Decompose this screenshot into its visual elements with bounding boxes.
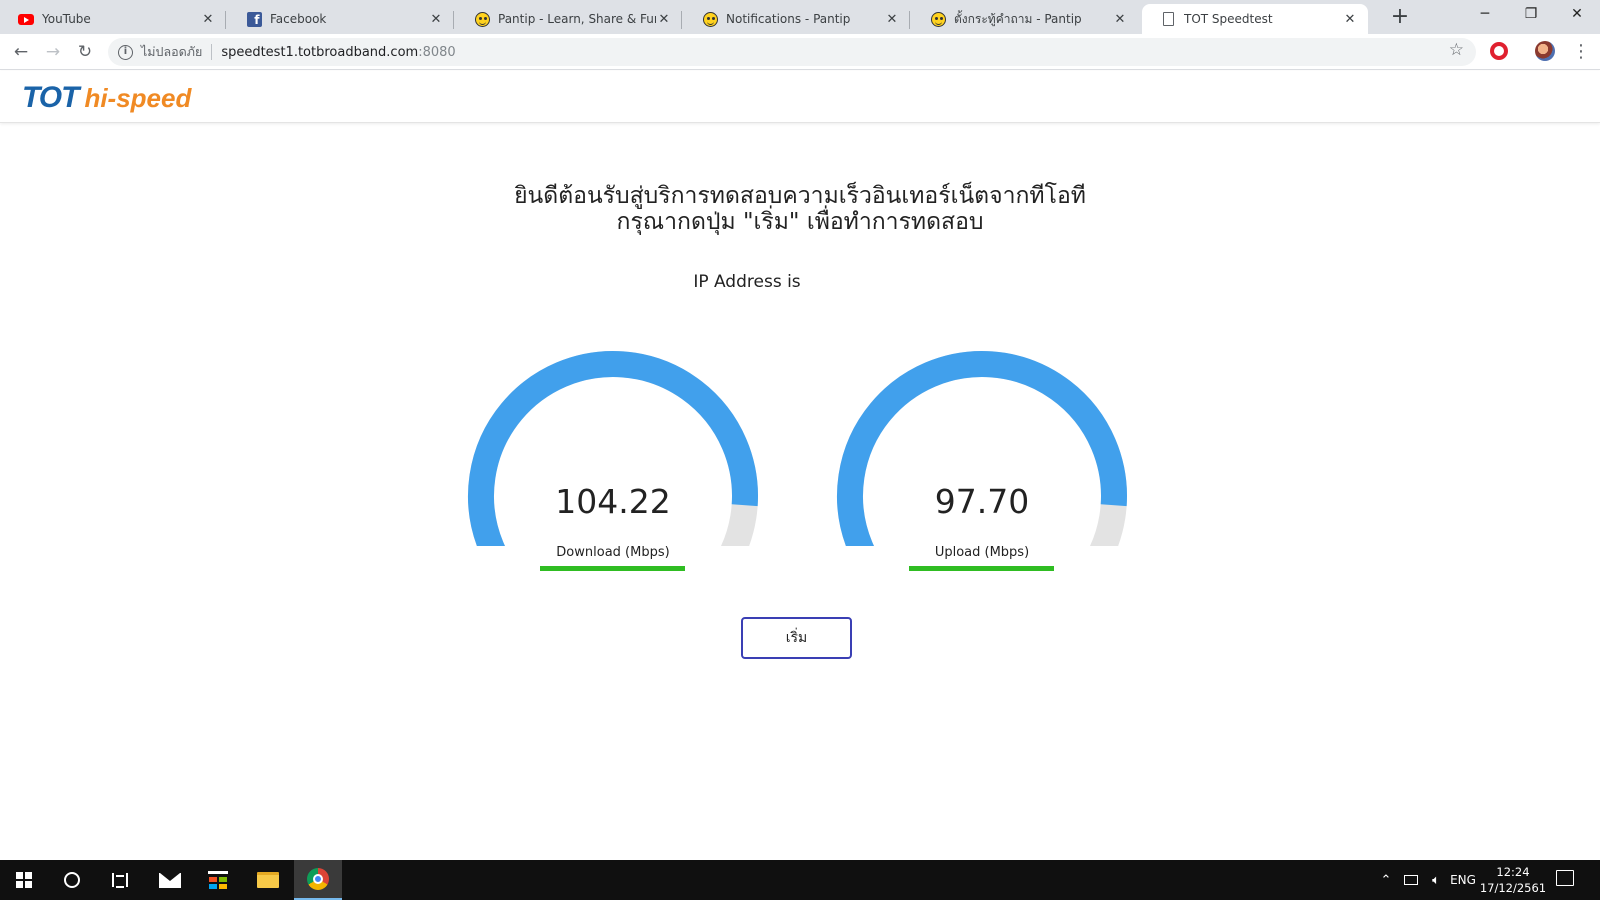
ip-address-label: IP Address is bbox=[693, 272, 801, 292]
tab-title: TOT Speedtest bbox=[1184, 12, 1273, 26]
task-view-button[interactable] bbox=[96, 860, 144, 900]
store-icon bbox=[208, 871, 228, 889]
tab-separator bbox=[909, 11, 910, 29]
upload-gauge: 97.70 Upload (Mbps) bbox=[832, 346, 1132, 576]
start-test-button[interactable]: เริ่ม bbox=[741, 617, 852, 659]
reload-button[interactable]: ↻ bbox=[73, 40, 97, 64]
cortana-button[interactable] bbox=[48, 860, 96, 900]
clock-time: 12:24 bbox=[1496, 865, 1530, 879]
tab-youtube[interactable]: YouTube ✕ bbox=[0, 4, 226, 34]
welcome-message: ยินดีต้อนรับสู่บริการทดสอบความเร็วอินเทอ… bbox=[0, 183, 1600, 235]
facebook-icon: f bbox=[246, 11, 262, 27]
tab-pantip-home[interactable]: Pantip - Learn, Share & Fun ✕ bbox=[456, 4, 682, 34]
mail-icon bbox=[159, 872, 181, 888]
task-view-icon bbox=[112, 873, 128, 888]
tab-facebook[interactable]: f Facebook ✕ bbox=[228, 4, 454, 34]
tab-separator bbox=[681, 11, 682, 29]
tab-close-icon[interactable]: ✕ bbox=[428, 12, 444, 27]
forward-button[interactable]: → bbox=[41, 40, 65, 64]
cortana-icon bbox=[64, 872, 80, 888]
youtube-icon bbox=[18, 11, 34, 27]
store-app-button[interactable] bbox=[194, 860, 242, 900]
opera-extension-icon[interactable] bbox=[1490, 42, 1508, 60]
window-close-button[interactable]: ✕ bbox=[1554, 0, 1600, 30]
divider bbox=[211, 44, 213, 60]
logo-text-tot: TOT bbox=[22, 81, 79, 114]
address-bar[interactable]: i ไม่ปลอดภัย speedtest1.totbroadband.com… bbox=[108, 38, 1476, 66]
logo-text-hispeed: hi-speed bbox=[84, 82, 192, 113]
upload-value: 97.70 bbox=[934, 482, 1030, 521]
tab-title: YouTube bbox=[42, 12, 91, 26]
browser-toolbar: ← → ↻ i ไม่ปลอดภัย speedtest1.totbroadba… bbox=[0, 34, 1600, 70]
tab-title: Pantip - Learn, Share & Fun bbox=[498, 12, 656, 26]
mail-app-button[interactable] bbox=[146, 860, 194, 900]
download-label: Download (Mbps) bbox=[556, 545, 670, 560]
minimize-button[interactable]: ─ bbox=[1462, 0, 1508, 30]
new-tab-button[interactable]: + bbox=[1388, 6, 1412, 30]
welcome-line-2: กรุณากดปุ่ม "เริ่ม" เพื่อทำการทดสอบ bbox=[616, 209, 984, 235]
download-value: 104.22 bbox=[555, 482, 671, 521]
document-icon bbox=[1160, 11, 1176, 27]
url-host[interactable]: speedtest1.totbroadband.com bbox=[221, 45, 418, 60]
tab-close-icon[interactable]: ✕ bbox=[1342, 12, 1358, 27]
url-port[interactable]: :8080 bbox=[418, 45, 455, 60]
start-button[interactable] bbox=[0, 860, 48, 900]
tot-logo[interactable]: TOT hi-speed bbox=[22, 81, 192, 114]
maximize-button[interactable]: ❐ bbox=[1508, 0, 1554, 30]
back-button[interactable]: ← bbox=[9, 40, 33, 64]
network-icon[interactable] bbox=[1400, 860, 1422, 900]
pantip-icon bbox=[930, 11, 946, 27]
upload-progress-bar bbox=[909, 566, 1054, 571]
download-gauge: 104.22 Download (Mbps) bbox=[463, 346, 763, 576]
pantip-icon bbox=[702, 11, 718, 27]
site-header: TOT hi-speed bbox=[0, 71, 1600, 123]
tab-close-icon[interactable]: ✕ bbox=[1112, 12, 1128, 27]
tab-title: Facebook bbox=[270, 12, 327, 26]
windows-taskbar: ⌃ 🔈︎ ENG 12:24 17/12/2561 bbox=[0, 860, 1600, 900]
tab-close-icon[interactable]: ✕ bbox=[656, 12, 672, 27]
tab-title: ตั้งกระทู้คำถาม - Pantip bbox=[954, 11, 1082, 26]
chrome-app-button[interactable] bbox=[294, 860, 342, 900]
tab-tot-speedtest[interactable]: TOT Speedtest ✕ bbox=[1142, 4, 1368, 34]
upload-label: Upload (Mbps) bbox=[934, 545, 1030, 560]
tab-separator bbox=[453, 11, 454, 29]
windows-logo-icon bbox=[16, 872, 32, 888]
browser-tab-strip: YouTube ✕ f Facebook ✕ Pantip - Learn, S… bbox=[0, 0, 1600, 34]
file-explorer-button[interactable] bbox=[244, 860, 292, 900]
tab-separator bbox=[225, 11, 226, 29]
menu-icon[interactable]: ⋮ bbox=[1572, 40, 1590, 64]
tray-overflow-icon[interactable]: ⌃ bbox=[1376, 860, 1396, 900]
clock-date: 17/12/2561 bbox=[1479, 881, 1547, 895]
profile-avatar[interactable] bbox=[1535, 41, 1555, 61]
volume-icon[interactable]: 🔈︎ bbox=[1426, 860, 1446, 900]
language-indicator[interactable]: ENG bbox=[1448, 860, 1478, 900]
action-center-icon[interactable] bbox=[1556, 870, 1574, 886]
tab-title: Notifications - Pantip bbox=[726, 12, 851, 26]
info-icon[interactable]: i bbox=[118, 44, 133, 60]
taskbar-clock[interactable]: 12:24 17/12/2561 bbox=[1478, 864, 1548, 896]
pantip-icon bbox=[474, 11, 490, 27]
tab-pantip-new-topic[interactable]: ตั้งกระทู้คำถาม - Pantip ✕ bbox=[912, 4, 1138, 34]
network-monitor-shape bbox=[1404, 875, 1418, 885]
tab-pantip-notifications[interactable]: Notifications - Pantip ✕ bbox=[684, 4, 910, 34]
security-label[interactable]: ไม่ปลอดภัย bbox=[141, 42, 202, 62]
chrome-icon bbox=[307, 868, 329, 890]
folder-icon bbox=[257, 872, 279, 888]
tab-close-icon[interactable]: ✕ bbox=[884, 12, 900, 27]
bookmark-star-icon[interactable]: ☆ bbox=[1449, 40, 1464, 60]
welcome-line-1: ยินดีต้อนรับสู่บริการทดสอบความเร็วอินเทอ… bbox=[514, 183, 1086, 209]
tab-close-icon[interactable]: ✕ bbox=[200, 12, 216, 27]
download-progress-bar bbox=[540, 566, 685, 571]
